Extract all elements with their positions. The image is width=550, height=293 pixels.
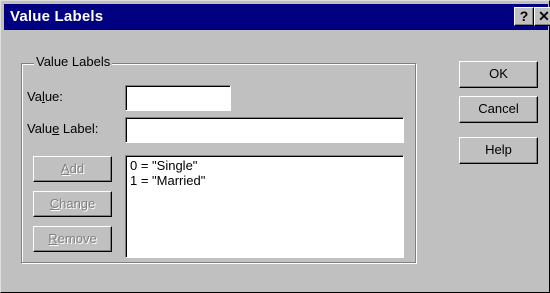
title-bar[interactable]: Value Labels ? ✕ [4, 4, 550, 30]
change-button[interactable]: Change [33, 191, 112, 217]
remove-button[interactable]: Remove [33, 226, 112, 252]
ok-button[interactable]: OK [459, 61, 538, 88]
value-labels-dialog: Value Labels ? ✕ Value Labels Value: Val… [0, 0, 550, 293]
value-input[interactable] [125, 85, 231, 111]
list-item[interactable]: 0 = "Single" [130, 158, 403, 173]
cancel-button[interactable]: Cancel [459, 96, 538, 123]
value-label-input[interactable] [125, 117, 404, 143]
value-labels-list[interactable]: 0 = "Single" 1 = "Married" [125, 155, 404, 258]
close-icon[interactable]: ✕ [534, 7, 550, 26]
dialog-title: Value Labels [10, 8, 104, 25]
groupbox-legend: Value Labels [34, 54, 113, 69]
list-item[interactable]: 1 = "Married" [130, 173, 403, 188]
value-label-caption: Value Label: [27, 121, 99, 136]
help-question-icon[interactable]: ? [514, 7, 534, 26]
help-button[interactable]: Help [459, 137, 538, 164]
value-label: Value: [27, 89, 63, 104]
add-button[interactable]: Add [33, 156, 112, 182]
